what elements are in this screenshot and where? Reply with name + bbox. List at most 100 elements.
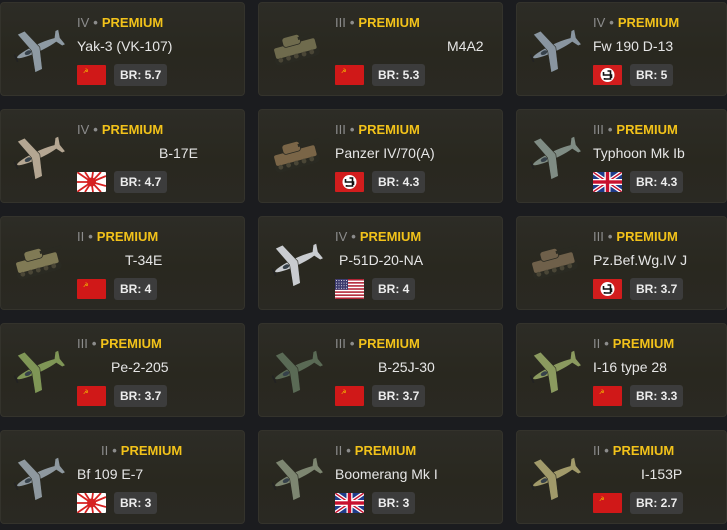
separator-dot: • xyxy=(604,336,609,351)
battle-rating-badge: BR: 3 xyxy=(372,492,416,514)
rank-line: II • PREMIUM xyxy=(593,443,674,458)
tier-label: II xyxy=(101,443,109,458)
vehicle-card[interactable]: III • PREMIUM M4A2 ☭ BR: 5.3 xyxy=(258,2,503,96)
vehicle-card[interactable]: II • PREMIUM I-153P ☭ BR: 2.7 xyxy=(516,430,727,524)
tier-label: IV xyxy=(593,15,606,30)
vehicle-card[interactable]: III • PREMIUM Pz.Bef.Wg.IV J BR: 3.7 xyxy=(516,216,727,310)
vehicle-name: Typhoon Mk Ib xyxy=(593,145,685,161)
rank-line: III • PREMIUM xyxy=(335,336,420,351)
britain-flag-icon xyxy=(335,493,364,513)
vehicle-name: I-153P xyxy=(641,466,683,482)
separator-dot: • xyxy=(604,443,609,458)
battle-rating-badge: BR: 3.7 xyxy=(372,385,426,407)
premium-label: PREMIUM xyxy=(101,15,164,30)
rank-line: II • PREMIUM xyxy=(335,443,416,458)
tier-label: II xyxy=(593,443,601,458)
rank-line: IV • PREMIUM xyxy=(593,15,679,30)
tier-label: III xyxy=(593,122,604,137)
vehicle-name: Yak-3 (VK-107) xyxy=(77,38,173,54)
vehicle-name: Pz.Bef.Wg.IV J xyxy=(593,252,688,268)
separator-dot: • xyxy=(93,15,98,30)
britain-flag-icon xyxy=(593,172,622,192)
japan-flag-icon xyxy=(77,172,106,192)
vehicle-card[interactable]: II • PREMIUM T-34E ☭ BR: 4 xyxy=(0,216,245,310)
battle-rating-badge: BR: 3 xyxy=(114,492,158,514)
battle-rating-badge: BR: 4 xyxy=(372,278,416,300)
vehicle-card[interactable]: II • PREMIUM Bf 109 E-7 BR: 3 xyxy=(0,430,245,524)
svg-text:☭: ☭ xyxy=(599,389,604,396)
rank-line: III • PREMIUM xyxy=(593,122,678,137)
tier-label: IV xyxy=(77,15,90,30)
vehicle-card[interactable]: IV • PREMIUM Fw 190 D-13 BR: 5 xyxy=(516,2,727,96)
separator-dot: • xyxy=(112,443,117,458)
ussr-flag-icon: ☭ xyxy=(593,386,622,406)
battle-rating-badge: BR: 4 xyxy=(114,278,158,300)
tier-label: III xyxy=(593,229,604,244)
plane-icon xyxy=(523,338,585,400)
vehicle-card[interactable]: III • PREMIUM Pe-2-205 ☭ BR: 3.7 xyxy=(0,323,245,417)
svg-text:☭: ☭ xyxy=(83,68,88,75)
usa-flag-icon xyxy=(335,279,364,299)
vehicle-card[interactable]: III • PREMIUM B-25J-30 ☭ BR: 3.7 xyxy=(258,323,503,417)
tank-icon xyxy=(7,231,69,293)
svg-text:☭: ☭ xyxy=(599,496,604,503)
premium-label: PREMIUM xyxy=(100,336,162,351)
vehicle-card[interactable]: IV • PREMIUM Yak-3 (VK-107) ☭ BR: 5.7 xyxy=(0,2,245,96)
vehicle-name: T-34E xyxy=(125,252,163,268)
svg-text:☭: ☭ xyxy=(83,389,88,396)
biplane-icon xyxy=(523,445,585,507)
vehicle-name: Panzer IV/70(A) xyxy=(335,145,435,161)
battle-rating-badge: BR: 5.3 xyxy=(372,64,426,86)
vehicle-card[interactable]: IV • PREMIUM B-17E BR: 4.7 xyxy=(0,109,245,203)
vehicle-card[interactable]: II • PREMIUM Boomerang Mk I BR: 3 xyxy=(258,430,503,524)
rank-line: III • PREMIUM xyxy=(77,336,162,351)
rank-line: II • PREMIUM xyxy=(101,443,182,458)
rank-line: IV • PREMIUM xyxy=(77,15,163,30)
vehicle-card[interactable]: II • PREMIUM I-16 type 28 ☭ BR: 3.3 xyxy=(516,323,727,417)
svg-text:☭: ☭ xyxy=(83,282,88,289)
vehicle-name: Boomerang Mk I xyxy=(335,466,438,482)
battle-rating-badge: BR: 5 xyxy=(630,64,674,86)
tier-label: II xyxy=(593,336,601,351)
germany-flag-icon xyxy=(593,65,622,85)
tier-label: III xyxy=(335,336,346,351)
germany-flag-icon xyxy=(593,279,622,299)
vehicle-name: M4A2 xyxy=(447,38,484,54)
vehicle-card[interactable]: IV • PREMIUM P-51D-20-NA BR: 4 xyxy=(258,216,503,310)
separator-dot: • xyxy=(93,122,98,137)
separator-dot: • xyxy=(349,122,355,137)
battle-rating-badge: BR: 4.3 xyxy=(630,171,684,193)
premium-label: PREMIUM xyxy=(359,229,422,244)
premium-label: PREMIUM xyxy=(616,229,678,244)
ussr-flag-icon: ☭ xyxy=(593,493,622,513)
bomber-icon xyxy=(7,124,69,186)
plane-icon xyxy=(523,124,585,186)
battle-rating-badge: BR: 3.7 xyxy=(114,385,168,407)
vehicle-name: I-16 type 28 xyxy=(593,359,667,375)
tier-label: III xyxy=(335,122,346,137)
tank-destroyer-icon xyxy=(265,124,327,186)
battle-rating-badge: BR: 4.7 xyxy=(114,171,168,193)
germany-flag-icon xyxy=(335,172,364,192)
tank-icon xyxy=(265,17,327,79)
plane-icon xyxy=(265,445,327,507)
plane-icon xyxy=(7,17,69,79)
plane-icon xyxy=(265,231,327,293)
ussr-flag-icon: ☭ xyxy=(77,279,106,299)
ussr-flag-icon: ☭ xyxy=(335,386,364,406)
tier-label: IV xyxy=(77,122,90,137)
separator-dot: • xyxy=(607,122,613,137)
japan-flag-icon xyxy=(77,493,106,513)
rank-line: II • PREMIUM xyxy=(593,336,674,351)
ussr-flag-icon: ☭ xyxy=(335,65,364,85)
premium-label: PREMIUM xyxy=(616,122,678,137)
premium-label: PREMIUM xyxy=(612,443,675,458)
separator-dot: • xyxy=(351,229,356,244)
vehicle-name: Fw 190 D-13 xyxy=(593,38,674,54)
rank-line: II • PREMIUM xyxy=(77,229,158,244)
tier-label: II xyxy=(77,229,85,244)
battle-rating-badge: BR: 4.3 xyxy=(372,171,426,193)
vehicle-card[interactable]: III • PREMIUM Panzer IV/70(A) BR: 4.3 xyxy=(258,109,503,203)
vehicle-card[interactable]: III • PREMIUM Typhoon Mk Ib BR: 4.3 xyxy=(516,109,727,203)
tank-icon xyxy=(523,231,585,293)
